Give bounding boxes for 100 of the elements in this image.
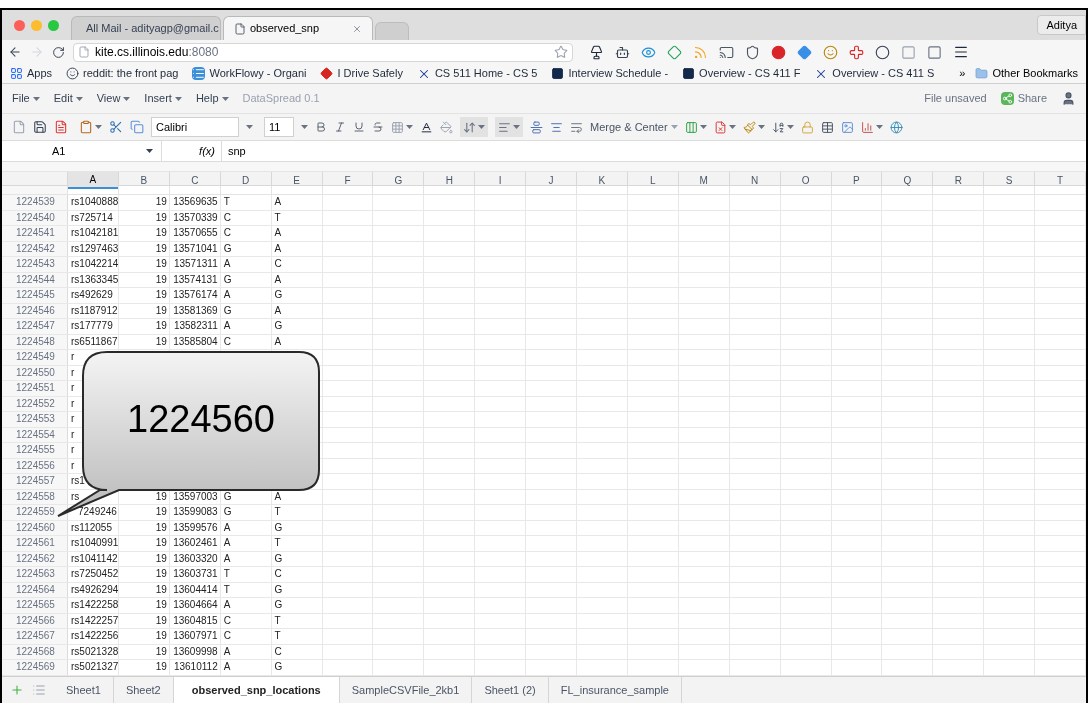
column-header[interactable]: M (678, 172, 730, 189)
cross-icon[interactable] (849, 44, 864, 60)
save-icon[interactable] (33, 120, 47, 134)
column-header[interactable]: A (68, 172, 119, 189)
eye-icon[interactable] (641, 44, 656, 60)
bookmark-item[interactable]: WorkFlowy - Organi (192, 65, 307, 82)
row-header[interactable]: 1224551 (2, 381, 68, 396)
italic-icon[interactable] (334, 121, 346, 133)
border-icon[interactable] (391, 120, 404, 134)
column-header[interactable]: S (984, 172, 1036, 189)
bookmark-item[interactable]: CS 511 Home - CS 5 (416, 65, 538, 82)
circle-icon[interactable] (875, 44, 890, 60)
paintbrush-icon[interactable] (742, 120, 756, 134)
square-icon[interactable] (927, 44, 942, 60)
menu-item[interactable]: Help (195, 90, 229, 107)
close-window-button[interactable] (14, 19, 25, 31)
font-size-select[interactable]: 11 (264, 117, 294, 137)
row-header[interactable]: 1224545 (2, 288, 68, 303)
menu-item[interactable]: Edit (53, 90, 83, 107)
align-middle-icon[interactable] (530, 120, 543, 134)
sort-az-icon[interactable] (771, 120, 785, 134)
reload-button[interactable] (52, 45, 65, 59)
menu-item[interactable]: File (12, 90, 40, 107)
new-file-icon[interactable] (12, 120, 26, 134)
share-button[interactable]: Share (1000, 90, 1047, 107)
align-center-icon[interactable] (550, 120, 563, 134)
formula-input[interactable]: snp (222, 141, 1086, 161)
sheet-tab[interactable]: SampleCSVFile_2kb1 (339, 676, 473, 703)
column-header[interactable]: T (1035, 172, 1086, 189)
sheet-tab[interactable]: Sheet2 (113, 676, 174, 703)
column-header[interactable]: B (118, 172, 170, 189)
more-bookmarks-button[interactable]: » (959, 65, 966, 82)
cast-icon[interactable] (719, 44, 734, 60)
rss-icon[interactable] (693, 44, 708, 60)
row-header[interactable]: 1224559 (2, 505, 68, 520)
globe-icon[interactable] (889, 120, 903, 134)
document-icon[interactable] (54, 120, 68, 134)
column-header[interactable]: O (780, 172, 832, 189)
bookmark-item[interactable]: Overview - CS 411 F (682, 65, 801, 82)
user-icon[interactable] (1061, 91, 1076, 106)
row-header[interactable]: 1224553 (2, 412, 68, 427)
bookmark-item[interactable]: reddit: the front pag (66, 65, 179, 82)
row-header[interactable]: 1224567 (2, 629, 68, 644)
strikethrough-icon[interactable] (372, 121, 384, 133)
row-header[interactable]: 1224543 (2, 257, 68, 272)
star-icon[interactable] (554, 45, 568, 59)
column-header[interactable]: Q (882, 172, 934, 189)
font-color-icon[interactable] (420, 120, 433, 134)
bookmark-folder[interactable]: Other Bookmarks (975, 65, 1078, 82)
table-icon[interactable] (820, 120, 834, 134)
image-icon[interactable] (840, 120, 854, 134)
row-header[interactable]: 1224555 (2, 443, 68, 458)
column-header[interactable]: D (220, 172, 272, 189)
row-header[interactable]: 1224557 (2, 474, 68, 489)
bookmark-item[interactable]: Interview Schedule - (551, 65, 669, 82)
row-header[interactable]: 1224549 (2, 350, 68, 365)
lock-icon[interactable] (800, 120, 814, 134)
robot-icon[interactable] (615, 44, 630, 60)
back-button[interactable] (8, 45, 22, 59)
insert-column-icon[interactable] (684, 120, 698, 134)
column-header[interactable]: C (169, 172, 221, 189)
bookmark-item[interactable]: Overview - CS 411 S (814, 65, 935, 82)
diamond-icon[interactable] (667, 44, 682, 60)
bookmark-item[interactable]: Apps (10, 65, 53, 82)
fill-color-icon[interactable] (440, 120, 453, 134)
wrap-icon[interactable] (570, 120, 583, 134)
column-header[interactable]: H (424, 172, 476, 189)
column-header[interactable]: N (729, 172, 781, 189)
underline-icon[interactable] (353, 121, 365, 133)
name-box[interactable]: A1 (2, 141, 162, 161)
lamp-icon[interactable] (589, 44, 604, 60)
sheet-tab[interactable]: FL_insurance_sample (548, 676, 682, 703)
merge-button[interactable]: Merge & Center (590, 118, 678, 136)
profile-button[interactable]: Aditya (1037, 15, 1086, 35)
sheet-tab[interactable]: Sheet1 (54, 676, 114, 703)
sheet-tab[interactable]: observed_snp_locations (173, 676, 340, 703)
row-header[interactable]: 1224541 (2, 226, 68, 241)
font-select[interactable]: Calibri (151, 117, 239, 137)
menu-item[interactable]: View (96, 90, 131, 107)
copy-icon[interactable] (130, 120, 144, 134)
align-button[interactable] (495, 117, 523, 137)
square-icon[interactable] (901, 44, 916, 60)
column-header[interactable]: F (322, 172, 374, 189)
column-header[interactable]: K (577, 172, 628, 189)
column-header[interactable]: L (627, 172, 679, 189)
menu-item[interactable]: Insert (144, 90, 182, 107)
menu-icon[interactable] (953, 44, 969, 60)
chart-icon[interactable] (860, 120, 874, 134)
shield-icon[interactable] (745, 44, 760, 60)
face-icon[interactable] (823, 44, 838, 60)
delete-icon[interactable] (713, 120, 727, 134)
row-header[interactable]: 1224539 (2, 195, 68, 210)
browser-tab[interactable]: All Mail - adityagp@gmail.c (71, 16, 221, 40)
bold-icon[interactable] (315, 121, 327, 133)
row-header[interactable]: 1224563 (2, 567, 68, 582)
row-header[interactable]: 1224565 (2, 598, 68, 613)
column-header[interactable]: J (526, 172, 577, 189)
address-bar[interactable]: kite.cs.illinois.edu:8080 (73, 42, 573, 62)
sheet-tab[interactable]: Sheet1 (2) (472, 676, 549, 703)
column-header[interactable]: R (933, 172, 985, 189)
